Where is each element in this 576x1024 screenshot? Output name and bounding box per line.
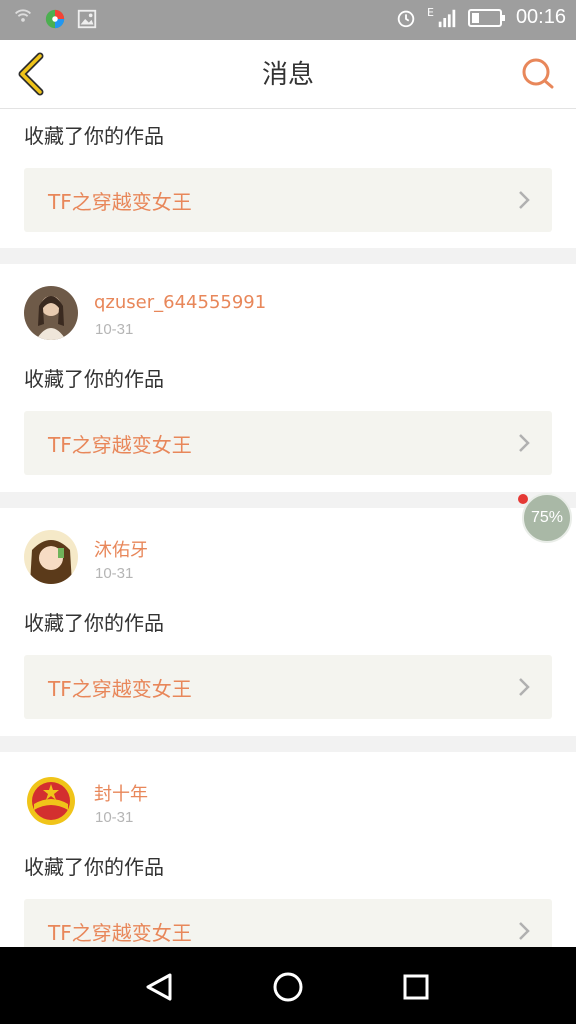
message-date: 10-31	[95, 809, 134, 826]
username[interactable]: 沐佑牙	[94, 536, 148, 562]
nav-back-button[interactable]	[140, 967, 180, 1007]
message-list: 收藏了你的作品 TF之穿越变女王 qzuser_644555991 10-31 …	[0, 109, 576, 996]
avatar[interactable]	[24, 286, 78, 340]
work-link[interactable]: TF之穿越变女王	[24, 655, 552, 719]
triangle-back-icon	[146, 973, 172, 1001]
chevron-right-icon	[519, 191, 530, 209]
battery-icon	[467, 8, 505, 27]
emblem-icon	[24, 774, 78, 828]
avatar[interactable]	[24, 774, 78, 828]
floating-progress-badge[interactable]: 75%	[522, 493, 572, 543]
work-link[interactable]: TF之穿越变女王	[24, 168, 552, 232]
search-icon	[522, 58, 554, 89]
message-action-text: 收藏了你的作品	[24, 367, 164, 391]
work-title: TF之穿越变女王	[48, 190, 192, 214]
message-card: 封十年 10-31 收藏了你的作品 TF之穿越变女王	[0, 752, 576, 980]
message-action-text: 收藏了你的作品	[24, 611, 164, 635]
message-date: 10-31	[95, 321, 134, 338]
page-title: 消息	[261, 60, 314, 90]
app-icon	[45, 9, 65, 29]
work-title: TF之穿越变女王	[48, 433, 192, 457]
message-action-text: 收藏了你的作品	[24, 855, 164, 879]
nav-recents-button[interactable]	[396, 967, 436, 1007]
user-row: qzuser_644555991 10-31	[0, 264, 576, 364]
work-title: TF之穿越变女王	[48, 677, 192, 701]
message-card: 沐佑牙 10-31 收藏了你的作品 TF之穿越变女王	[0, 508, 576, 736]
message-card: 收藏了你的作品 TF之穿越变女王	[0, 109, 576, 248]
notification-dot	[518, 494, 528, 504]
alarm-icon	[397, 10, 415, 27]
work-title: TF之穿越变女王	[48, 921, 192, 945]
user-row: 沐佑牙 10-31	[0, 508, 576, 608]
wifi-hotspot-icon	[15, 9, 31, 22]
status-time: 00:16	[515, 6, 566, 28]
message-card: qzuser_644555991 10-31 收藏了你的作品 TF之穿越变女王	[0, 264, 576, 492]
work-link[interactable]: TF之穿越变女王	[24, 411, 552, 475]
search-button[interactable]	[520, 56, 556, 92]
username[interactable]: 封十年	[94, 780, 148, 806]
circle-home-icon	[273, 972, 303, 1002]
message-action-text: 收藏了你的作品	[24, 124, 164, 148]
network-type-label: E	[426, 6, 434, 19]
avatar[interactable]	[24, 530, 78, 584]
chevron-right-icon	[519, 922, 530, 940]
nav-home-button[interactable]	[268, 967, 308, 1007]
message-date: 10-31	[95, 565, 134, 582]
status-bar: E 00:16	[0, 0, 576, 40]
chevron-right-icon	[519, 678, 530, 696]
signal-icon	[438, 9, 456, 27]
user-row: 封十年 10-31	[0, 752, 576, 852]
square-recents-icon	[403, 974, 429, 1000]
gallery-icon	[77, 9, 97, 29]
chevron-right-icon	[519, 434, 530, 452]
app-header: 消息	[0, 40, 576, 109]
navigation-bar	[0, 947, 576, 1024]
username[interactable]: qzuser_644555991	[94, 292, 266, 313]
